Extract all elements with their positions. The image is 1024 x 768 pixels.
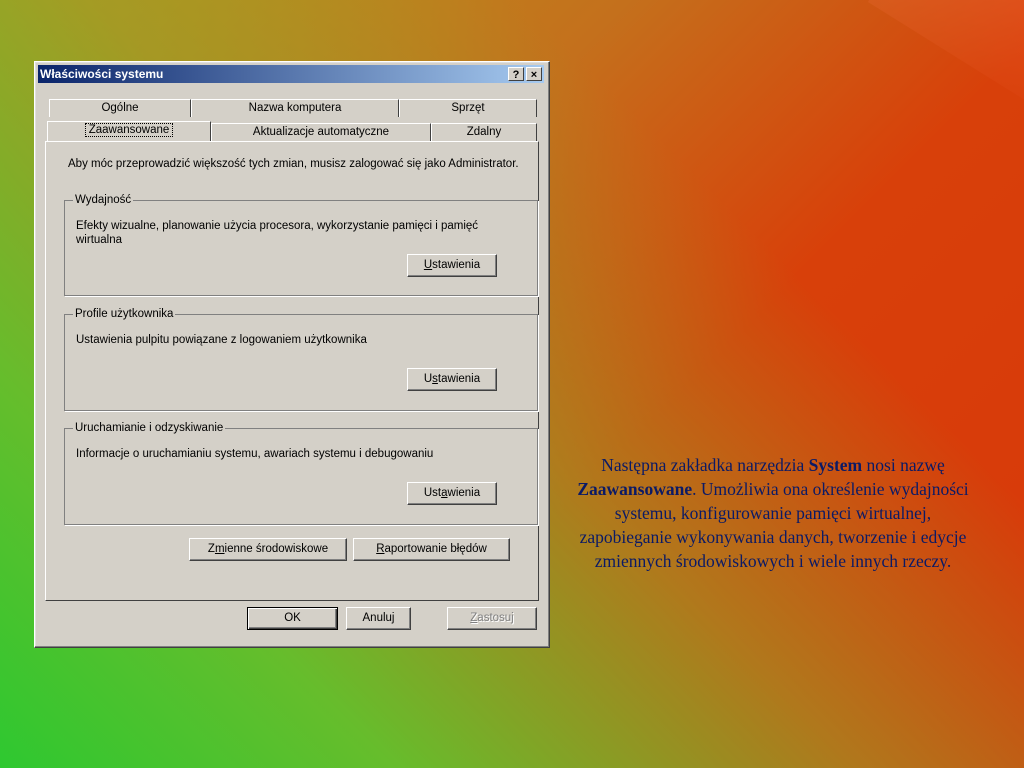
- tab-hardware-label: Sprzęt: [451, 102, 485, 114]
- user-profiles-group-legend: Profile użytkownika: [73, 307, 176, 321]
- error-reporting-button[interactable]: Raportowanie błędów: [353, 538, 510, 561]
- system-properties-dialog: Właściwości systemu ? × Ogólne Nazwa kom…: [34, 61, 550, 648]
- tab-advanced-label: Zaawansowane: [84, 123, 174, 137]
- user-profiles-description: Ustawienia pulpitu powiązane z logowanie…: [76, 334, 367, 346]
- advanced-term: Zaawansowane: [577, 479, 693, 499]
- performance-group: Wydajność Efekty wizualne, planowanie uż…: [64, 193, 538, 296]
- tab-computer-name[interactable]: Nazwa komputera: [191, 99, 399, 117]
- startup-recovery-group: Uruchamianie i odzyskiwanie Informacje o…: [64, 421, 538, 525]
- performance-group-legend: Wydajność: [73, 193, 134, 207]
- admin-notice: Aby móc przeprowadzić większość tych zmi…: [68, 158, 519, 170]
- startup-recovery-description: Informacje o uruchamianiu systemu, awari…: [76, 448, 434, 460]
- startup-recovery-settings-button[interactable]: Ustawienia: [407, 482, 497, 505]
- help-button[interactable]: ?: [508, 67, 524, 81]
- user-profiles-settings-button[interactable]: Ustawienia: [407, 368, 497, 391]
- tab-general-label: Ogólne: [101, 102, 139, 114]
- tab-automatic-updates[interactable]: Aktualizacje automatyczne: [211, 123, 431, 141]
- tab-remote[interactable]: Zdalny: [431, 123, 537, 141]
- title-bar[interactable]: Właściwości systemu ? ×: [38, 65, 544, 83]
- environment-variables-button[interactable]: Zmienne środowiskowe: [189, 538, 347, 561]
- tab-hardware[interactable]: Sprzęt: [399, 99, 537, 117]
- performance-settings-button[interactable]: Ustawienia: [407, 254, 497, 277]
- performance-description: Efekty wizualne, planowanie użycia proce…: [76, 220, 479, 246]
- startup-recovery-group-legend: Uruchamianie i odzyskiwanie: [73, 421, 226, 435]
- system-term: System: [808, 455, 863, 475]
- tab-computer-name-label: Nazwa komputera: [248, 102, 342, 114]
- tab-automatic-updates-label: Aktualizacje automatyczne: [252, 126, 390, 138]
- cancel-button[interactable]: Anuluj: [346, 607, 411, 630]
- apply-button[interactable]: Zastosuj: [447, 607, 537, 630]
- slide-description: Następna zakładka narzędzia System nosi …: [577, 455, 969, 571]
- dialog-title: Właściwości systemu: [40, 67, 164, 81]
- tab-advanced[interactable]: Zaawansowane: [47, 121, 211, 141]
- tab-general[interactable]: Ogólne: [49, 99, 191, 117]
- close-button[interactable]: ×: [526, 67, 542, 81]
- user-profiles-group: Profile użytkownika Ustawienia pulpitu p…: [64, 307, 538, 411]
- ok-button[interactable]: OK: [247, 607, 338, 630]
- tab-remote-label: Zdalny: [466, 126, 502, 138]
